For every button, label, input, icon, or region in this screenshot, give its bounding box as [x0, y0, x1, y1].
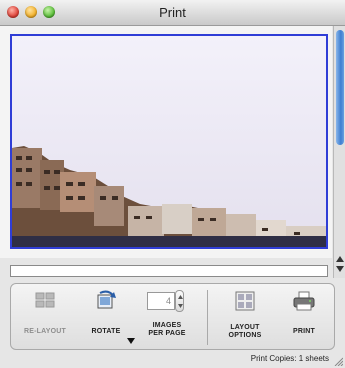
photo-preview[interactable]	[10, 34, 328, 249]
photo-image	[12, 36, 326, 247]
relayout-button[interactable]: RE-LAYOUT	[17, 284, 73, 349]
printer-icon	[292, 290, 316, 312]
layout-options-label: LAYOUT OPTIONS	[217, 324, 273, 340]
scroll-thumb[interactable]	[336, 30, 344, 145]
images-per-page-field[interactable]: 4	[147, 292, 175, 310]
scroll-down-arrow-icon[interactable]	[336, 266, 344, 272]
layout-options-label-line2: OPTIONS	[228, 332, 262, 339]
resize-grip-icon[interactable]	[333, 356, 343, 366]
print-label: PRINT	[293, 328, 315, 335]
rotate-icon	[94, 290, 118, 312]
title-bar[interactable]: Print	[0, 0, 345, 26]
images-per-page-label-line1: IMAGES	[152, 322, 182, 329]
vertical-scrollbar[interactable]	[333, 26, 345, 278]
relayout-icon	[33, 290, 57, 312]
print-status: Print Copies: 1 sheets	[250, 354, 329, 363]
window-title: Print	[159, 5, 186, 20]
layout-options-label-line1: LAYOUT	[230, 324, 260, 331]
images-per-page-label-line2: PER PAGE	[148, 330, 186, 337]
layout-options-icon	[233, 290, 257, 312]
preview-area	[0, 26, 332, 258]
images-per-page-control: 4 IMAGES PER PAGE	[137, 284, 197, 349]
toolbar-divider	[207, 290, 208, 345]
chevron-down-icon[interactable]	[127, 338, 135, 344]
images-per-page-label: IMAGES PER PAGE	[137, 322, 197, 338]
caption-field[interactable]	[10, 265, 328, 277]
bottom-toolbar: RE-LAYOUT ROTATE 4 IMAGES PER PAGE LAYOU…	[10, 283, 335, 350]
layout-options-button[interactable]: LAYOUT OPTIONS	[217, 284, 273, 349]
relayout-label: RE-LAYOUT	[24, 328, 66, 335]
images-per-page-stepper[interactable]	[175, 290, 184, 312]
rotate-label: ROTATE	[91, 328, 121, 335]
print-button[interactable]: PRINT	[277, 284, 331, 349]
scroll-up-arrow-icon[interactable]	[336, 256, 344, 262]
rotate-button[interactable]: ROTATE	[77, 284, 135, 349]
print-window: Print RE-LAYOUT ROTATE 4 IMAGES PER PAGE…	[0, 0, 345, 368]
